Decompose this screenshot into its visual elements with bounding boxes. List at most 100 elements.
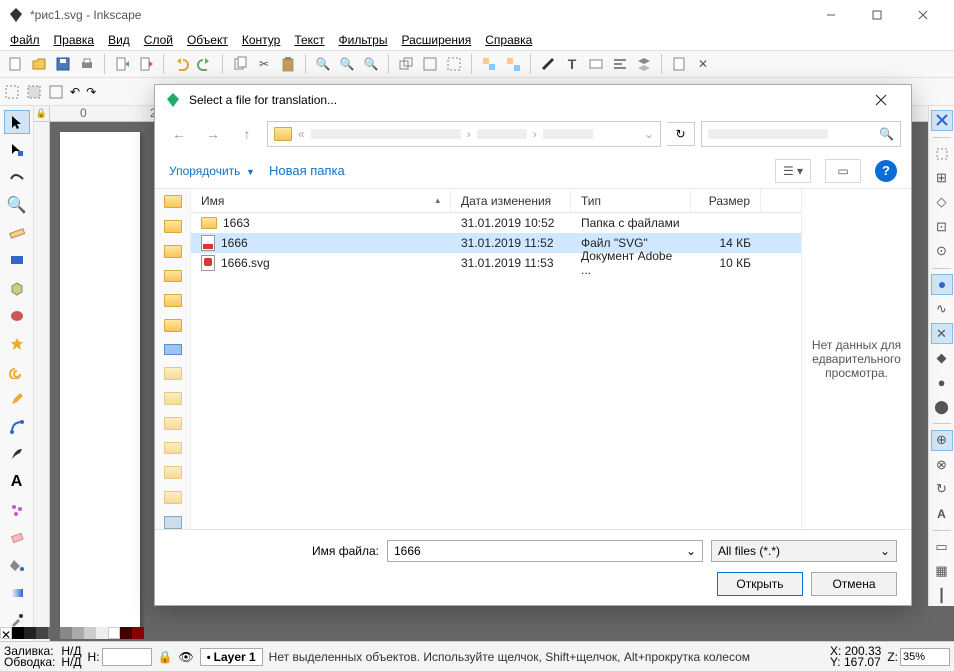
zoom-in-icon[interactable]: 🔍 xyxy=(312,53,334,75)
snap-bbox-icon[interactable] xyxy=(931,143,953,163)
snap-guide-icon[interactable]: ┃ xyxy=(931,586,953,606)
filename-input[interactable]: 1666 ⌄ xyxy=(387,540,703,562)
file-row[interactable]: 1666 31.01.2019 11:52 Файл "SVG" 14 КБ xyxy=(191,233,801,253)
snap-bbox-edge-icon[interactable]: ⊞ xyxy=(931,168,953,188)
snap-grid-icon[interactable]: ▦ xyxy=(931,561,953,581)
file-row[interactable]: 1663 31.01.2019 10:52 Папка с файлами xyxy=(191,213,801,233)
pencil-tool-icon[interactable] xyxy=(4,387,30,411)
folder-icon[interactable] xyxy=(164,195,182,208)
swatch[interactable] xyxy=(48,627,60,639)
refresh-button[interactable]: ↻ xyxy=(667,122,695,146)
spiral-tool-icon[interactable] xyxy=(4,359,30,383)
ellipse-tool-icon[interactable] xyxy=(4,304,30,328)
snap-path-icon[interactable]: ∿ xyxy=(931,299,953,319)
export-icon[interactable] xyxy=(135,53,157,75)
unlink-clone-icon[interactable] xyxy=(443,53,465,75)
clone-icon[interactable] xyxy=(419,53,441,75)
folder-icon[interactable] xyxy=(164,270,182,283)
filter-select[interactable]: All files (*.*) ⌄ xyxy=(711,540,897,562)
snap-node-icon[interactable] xyxy=(931,274,953,295)
menu-file[interactable]: Файл xyxy=(4,31,46,49)
spray-tool-icon[interactable] xyxy=(4,498,30,522)
menu-view[interactable]: Вид xyxy=(102,31,136,49)
help-button[interactable]: ? xyxy=(875,160,897,182)
node-tool-icon[interactable] xyxy=(4,138,30,162)
chevron-down-icon[interactable]: ⌄ xyxy=(644,127,654,141)
fill-stroke-icon[interactable] xyxy=(537,53,559,75)
rect-tool-icon[interactable] xyxy=(4,249,30,273)
snap-bbox-midpoint-icon[interactable]: ⊡ xyxy=(931,217,953,237)
folder-icon[interactable] xyxy=(164,294,182,307)
snap-cusp-icon[interactable]: ◆ xyxy=(931,348,953,368)
print-icon[interactable] xyxy=(76,53,98,75)
eye-icon[interactable]: 👁 xyxy=(178,650,193,664)
close-button[interactable] xyxy=(900,0,946,30)
folder-icon[interactable] xyxy=(164,442,182,455)
zoom-tool-icon[interactable]: 🔍 xyxy=(4,193,30,217)
swatch[interactable] xyxy=(108,627,120,639)
organize-button[interactable]: Упорядочить ▼ xyxy=(169,163,255,178)
address-bar[interactable]: « › › ⌄ xyxy=(267,121,661,147)
snap-intersection-icon[interactable]: ✕ xyxy=(931,323,953,344)
folder-icon[interactable] xyxy=(164,466,182,479)
swatch[interactable] xyxy=(60,627,72,639)
save-icon[interactable] xyxy=(52,53,74,75)
redo-icon[interactable] xyxy=(194,53,216,75)
menu-object[interactable]: Объект xyxy=(181,31,234,49)
undo-icon[interactable] xyxy=(170,53,192,75)
selector-tool-icon[interactable] xyxy=(4,110,30,134)
lock-icon[interactable]: 🔒 xyxy=(158,650,173,664)
snap-rotation-icon[interactable]: ↻ xyxy=(931,479,953,499)
folder-icon[interactable] xyxy=(164,319,182,332)
open-icon[interactable] xyxy=(28,53,50,75)
menu-layer[interactable]: Слой xyxy=(138,31,179,49)
eraser-tool-icon[interactable] xyxy=(4,526,30,550)
snap-text-icon[interactable]: A xyxy=(931,503,953,523)
zoom-fit-icon[interactable]: 🔍 xyxy=(360,53,382,75)
menu-filters[interactable]: Фильтры xyxy=(333,31,394,49)
minimize-button[interactable] xyxy=(808,0,854,30)
swatch-none[interactable]: ✕ xyxy=(0,627,12,639)
dialog-close-button[interactable] xyxy=(861,86,901,114)
new-folder-button[interactable]: Новая папка xyxy=(269,163,345,178)
folder-icon[interactable] xyxy=(164,491,182,504)
calligraphy-tool-icon[interactable] xyxy=(4,442,30,466)
folder-icon[interactable] xyxy=(164,392,182,405)
zoom-out-icon[interactable]: 🔍 xyxy=(336,53,358,75)
preview-pane-button[interactable]: ▭ xyxy=(825,159,861,183)
snap-other-icon[interactable]: ⊕ xyxy=(931,430,953,451)
color-palette[interactable]: ✕ xyxy=(0,625,954,641)
nav-forward-button[interactable]: → xyxy=(199,120,227,148)
snap-bbox-center-icon[interactable]: ⊙ xyxy=(931,241,953,261)
align-icon[interactable] xyxy=(609,53,631,75)
drive-icon[interactable] xyxy=(164,516,182,529)
menu-path[interactable]: Контур xyxy=(236,31,286,49)
text-tool-icon[interactable]: T xyxy=(561,53,583,75)
xml-icon[interactable] xyxy=(585,53,607,75)
group-icon[interactable] xyxy=(478,53,500,75)
rotate-ccw-icon[interactable]: ↶ xyxy=(70,85,80,99)
chevron-down-icon[interactable]: ⌄ xyxy=(686,544,696,558)
computer-icon[interactable] xyxy=(164,344,182,355)
paste-icon[interactable] xyxy=(277,53,299,75)
snap-midpoint-icon[interactable]: ⬤ xyxy=(931,397,953,417)
menu-extensions[interactable]: Расширения xyxy=(395,31,477,49)
zoom-input[interactable] xyxy=(900,648,950,666)
view-mode-button[interactable]: ☰ ▾ xyxy=(775,159,811,183)
folder-icon[interactable] xyxy=(164,417,182,430)
folder-icon[interactable] xyxy=(164,220,182,233)
star-tool-icon[interactable] xyxy=(4,332,30,356)
swatch[interactable] xyxy=(132,627,144,639)
snap-enable-icon[interactable] xyxy=(931,110,953,131)
import-icon[interactable] xyxy=(111,53,133,75)
layers-icon[interactable] xyxy=(633,53,655,75)
ungroup-icon[interactable] xyxy=(502,53,524,75)
copy-icon[interactable] xyxy=(229,53,251,75)
search-input[interactable]: 🔍 xyxy=(701,121,901,147)
rotate-cw-icon[interactable]: ↷ xyxy=(86,85,96,99)
prefs-icon[interactable]: ✕ xyxy=(692,53,714,75)
doc-props-icon[interactable] xyxy=(668,53,690,75)
duplicate-icon[interactable] xyxy=(395,53,417,75)
bezier-tool-icon[interactable] xyxy=(4,415,30,439)
column-headers[interactable]: Имя▴ Дата изменения Тип Размер xyxy=(191,189,801,213)
